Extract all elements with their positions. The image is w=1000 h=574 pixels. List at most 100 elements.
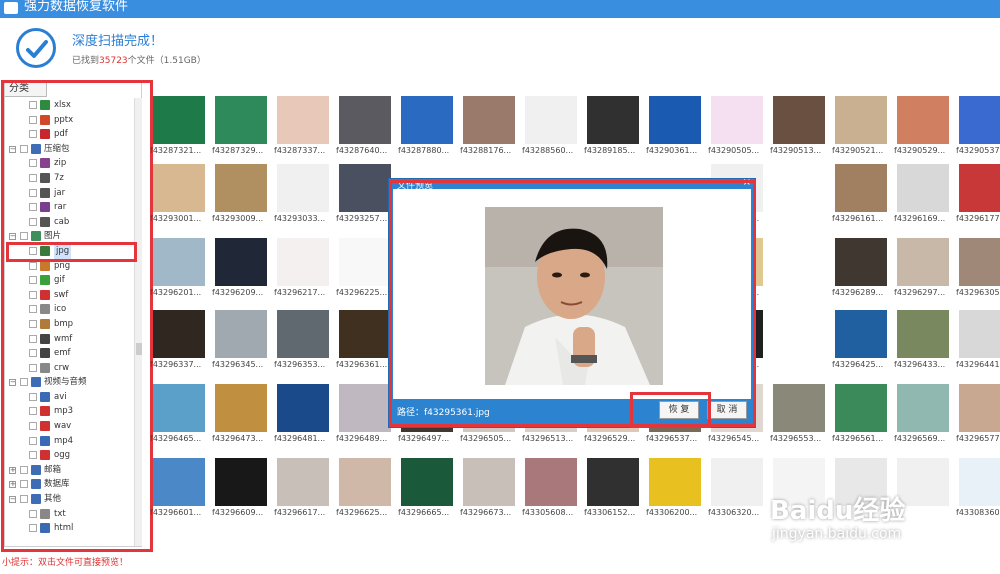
- file-thumbnail[interactable]: f43287640...: [336, 96, 396, 168]
- file-thumbnail[interactable]: f43296361...: [336, 310, 396, 382]
- file-thumbnail[interactable]: f43290529...: [894, 96, 954, 168]
- thumbnail-filename: f43296217...: [274, 288, 326, 297]
- found-suffix: 个文件（1.51GB）: [127, 56, 206, 66]
- file-thumbnail[interactable]: f43296353...: [274, 310, 334, 382]
- file-thumbnail[interactable]: f43290521...: [832, 96, 892, 168]
- thumbnail-filename: f43306152...: [584, 508, 636, 517]
- file-thumbnail[interactable]: f43306200...: [646, 458, 706, 530]
- window-titlebar: 强力数据恢复软件: [0, 0, 1000, 18]
- thumbnail-filename: f43296209...: [212, 288, 264, 297]
- sidebar-highlight-box: [1, 80, 153, 552]
- file-thumbnail[interactable]: f43288176...: [460, 96, 520, 168]
- thumbnail-image: [959, 96, 1000, 144]
- file-thumbnail[interactable]: f43293009...: [212, 164, 272, 236]
- thumbnail-image: [649, 96, 701, 144]
- file-thumbnail[interactable]: f43296305...: [956, 238, 1000, 310]
- thumbnail-image: [215, 310, 267, 358]
- file-thumbnail[interactable]: f43287337...: [274, 96, 334, 168]
- file-thumbnail[interactable]: f43296489...: [336, 384, 396, 456]
- thumbnail-filename: f43306320...: [708, 508, 760, 517]
- thumbnail-image: [339, 164, 391, 212]
- file-thumbnail[interactable]: f43296177...: [956, 164, 1000, 236]
- file-thumbnail[interactable]: f43296609...: [212, 458, 272, 530]
- file-thumbnail[interactable]: f43306152...: [584, 458, 644, 530]
- file-thumbnail[interactable]: f43296481...: [274, 384, 334, 456]
- file-thumbnail[interactable]: f43296577...: [956, 384, 1000, 456]
- thumbnail-filename: f43287880...: [398, 146, 450, 155]
- thumbnail-filename: f43296529...: [584, 434, 636, 443]
- file-thumbnail[interactable]: f43296433...: [894, 310, 954, 382]
- file-thumbnail[interactable]: f43296289...: [832, 238, 892, 310]
- file-thumbnail[interactable]: f43296425...: [832, 310, 892, 382]
- thumbnail-filename: f43296537...: [646, 434, 698, 443]
- thumbnail-image: [959, 384, 1000, 432]
- thumbnail-filename: f43296665...: [398, 508, 450, 517]
- file-thumbnail[interactable]: f43296473...: [212, 384, 272, 456]
- thumbnail-filename: f43287329...: [212, 146, 264, 155]
- thumbnail-image: [959, 310, 1000, 358]
- file-thumbnail[interactable]: f43296209...: [212, 238, 272, 310]
- file-thumbnail[interactable]: f43290361...: [646, 96, 706, 168]
- file-thumbnail[interactable]: f43287880...: [398, 96, 458, 168]
- file-thumbnail[interactable]: f43296441...: [956, 310, 1000, 382]
- thumbnail-filename: f43290513...: [770, 146, 822, 155]
- file-thumbnail[interactable]: f43296297...: [894, 238, 954, 310]
- file-thumbnail[interactable]: f43296225...: [336, 238, 396, 310]
- file-thumbnail[interactable]: f43296337...: [150, 310, 210, 382]
- file-thumbnail[interactable]: f43293033...: [274, 164, 334, 236]
- file-thumbnail[interactable]: f43296569...: [894, 384, 954, 456]
- thumbnail-image: [835, 310, 887, 358]
- file-thumbnail[interactable]: f43296217...: [274, 238, 334, 310]
- file-thumbnail[interactable]: f43306320...: [708, 458, 768, 530]
- file-thumbnail[interactable]: f43293257...: [336, 164, 396, 236]
- file-thumbnail[interactable]: f43296665...: [398, 458, 458, 530]
- footer-tip: 小提示：双击文件可直接预览！: [2, 558, 129, 568]
- file-thumbnail[interactable]: f43287321...: [150, 96, 210, 168]
- thumbnail-filename: f43296425...: [832, 360, 884, 369]
- file-thumbnail[interactable]: f43290513...: [770, 96, 830, 168]
- thumbnail-image: [897, 238, 949, 286]
- restore-highlight-box: [630, 392, 711, 428]
- thumbnail-image: [463, 96, 515, 144]
- file-thumbnail[interactable]: f43290505...: [708, 96, 768, 168]
- scan-result-header: 深度扫描完成！ 已找到35723个文件（1.51GB）: [0, 18, 1000, 78]
- thumbnail-image: [959, 238, 1000, 286]
- file-thumbnail[interactable]: f43296553...: [770, 384, 830, 456]
- file-thumbnail[interactable]: f43296625...: [336, 458, 396, 530]
- file-thumbnail[interactable]: f43296561...: [832, 384, 892, 456]
- thumbnail-image: [587, 458, 639, 506]
- file-thumbnail[interactable]: f43290537...: [956, 96, 1000, 168]
- thumbnail-filename: f43296345...: [212, 360, 264, 369]
- thumbnail-image: [215, 384, 267, 432]
- file-thumbnail[interactable]: f43296465...: [150, 384, 210, 456]
- thumbnail-image: [277, 238, 329, 286]
- file-thumbnail[interactable]: f43296601...: [150, 458, 210, 530]
- file-thumbnail[interactable]: f43293001...: [150, 164, 210, 236]
- file-thumbnail[interactable]: f43296169...: [894, 164, 954, 236]
- thumbnail-image: [277, 458, 329, 506]
- thumbnail-filename: f43293009...: [212, 214, 264, 223]
- app-icon: [4, 2, 18, 14]
- thumbnail-filename: f43293033...: [274, 214, 326, 223]
- file-thumbnail[interactable]: f43289185...: [584, 96, 644, 168]
- thumbnail-filename: f43288176...: [460, 146, 512, 155]
- thumbnail-filename: f43296161...: [832, 214, 884, 223]
- thumbnail-image: [215, 96, 267, 144]
- file-thumbnail[interactable]: f43305608...: [522, 458, 582, 530]
- file-thumbnail[interactable]: f43308360...: [956, 458, 1000, 530]
- file-thumbnail[interactable]: f43296345...: [212, 310, 272, 382]
- thumbnail-filename: f43290529...: [894, 146, 946, 155]
- thumbnail-filename: f43290537...: [956, 146, 1000, 155]
- thumbnail-image: [897, 164, 949, 212]
- thumbnail-image: [401, 458, 453, 506]
- file-thumbnail[interactable]: f43296161...: [832, 164, 892, 236]
- thumbnail-image: [153, 458, 205, 506]
- thumbnail-filename: f43296577...: [956, 434, 1000, 443]
- thumbnail-filename: f43288560...: [522, 146, 574, 155]
- scan-complete-title: 深度扫描完成！: [72, 34, 164, 49]
- file-thumbnail[interactable]: f43296673...: [460, 458, 520, 530]
- file-thumbnail[interactable]: f43288560...: [522, 96, 582, 168]
- file-thumbnail[interactable]: f43296617...: [274, 458, 334, 530]
- file-thumbnail[interactable]: f43296201...: [150, 238, 210, 310]
- file-thumbnail[interactable]: f43287329...: [212, 96, 272, 168]
